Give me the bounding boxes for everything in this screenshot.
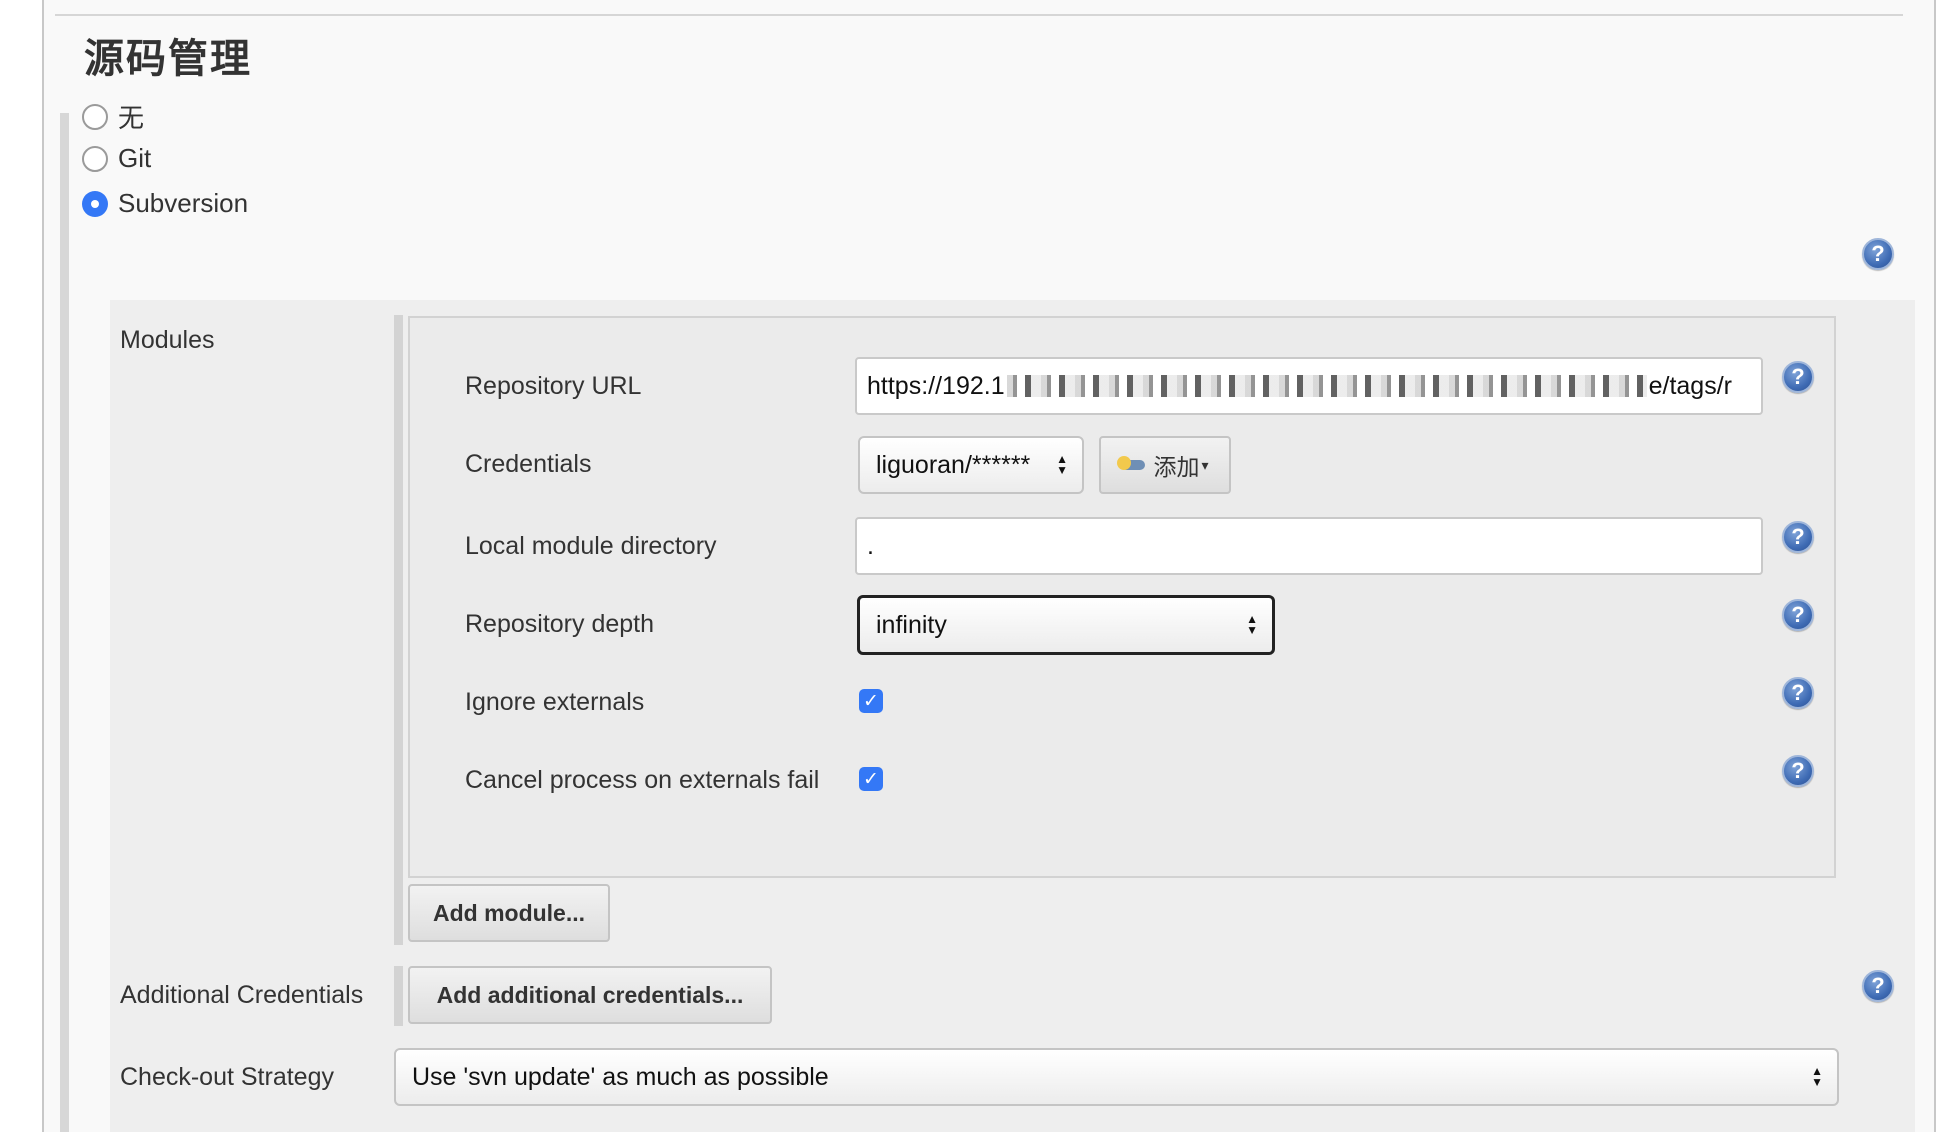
radio-button-selected[interactable] xyxy=(82,190,108,217)
help-icon[interactable]: ? xyxy=(1782,755,1814,787)
repository-depth-label: Repository depth xyxy=(465,610,655,638)
repository-depth-value: infinity xyxy=(876,610,947,639)
cancel-process-checkbox[interactable]: ✓ xyxy=(859,767,883,791)
repository-url-input[interactable]: https://192.1 e/tags/r xyxy=(855,357,1763,415)
modules-label: Modules xyxy=(120,326,215,354)
help-icon[interactable]: ? xyxy=(1782,677,1814,709)
repository-depth-select[interactable]: infinity ▲ ▼ xyxy=(857,595,1275,655)
add-additional-credentials-button[interactable]: Add additional credentials... xyxy=(408,966,772,1024)
local-module-directory-value: . xyxy=(867,531,874,560)
select-arrows-icon: ▲ ▼ xyxy=(1056,452,1068,477)
scm-option-git[interactable]: Git xyxy=(82,143,151,174)
scm-option-subversion[interactable]: Subversion xyxy=(82,188,248,219)
section-divider xyxy=(55,14,1903,16)
add-module-button[interactable]: Add module... xyxy=(408,884,610,942)
key-icon xyxy=(1117,456,1146,470)
additional-credentials-label: Additional Credentials xyxy=(120,981,364,1009)
modules-group-bar xyxy=(394,315,403,945)
obscured-url-segment xyxy=(1006,375,1647,397)
help-icon[interactable]: ? xyxy=(1782,361,1814,393)
dropdown-caret-icon: ▾ xyxy=(1201,456,1209,473)
select-arrows-icon: ▲ ▼ xyxy=(1246,612,1258,637)
checkout-strategy-label: Check-out Strategy xyxy=(120,1063,334,1091)
add-credentials-label: 添加 xyxy=(1153,454,1200,480)
ignore-externals-label: Ignore externals xyxy=(465,688,645,716)
checkmark-icon: ✓ xyxy=(863,768,879,790)
repository-url-value-end: e/tags/r xyxy=(1648,371,1732,400)
local-module-directory-label: Local module directory xyxy=(465,532,717,560)
local-module-directory-input[interactable]: . xyxy=(855,517,1763,575)
select-arrows-icon: ▲ ▼ xyxy=(1811,1064,1823,1089)
checkmark-icon: ✓ xyxy=(863,690,879,712)
checkout-strategy-value: Use 'svn update' as much as possible xyxy=(412,1062,829,1091)
ignore-externals-checkbox[interactable]: ✓ xyxy=(859,689,883,713)
help-icon[interactable]: ? xyxy=(1862,970,1894,1002)
add-credentials-button[interactable]: 添加 ▾ xyxy=(1099,436,1231,494)
help-icon[interactable]: ? xyxy=(1862,238,1894,270)
checkout-strategy-select[interactable]: Use 'svn update' as much as possible ▲ ▼ xyxy=(394,1048,1839,1106)
help-icon[interactable]: ? xyxy=(1782,599,1814,631)
scm-group-bar xyxy=(60,113,69,1132)
scm-option-label: 无 xyxy=(118,103,145,133)
scm-option-none[interactable]: 无 xyxy=(82,98,144,135)
cancel-process-label: Cancel process on externals fail xyxy=(465,766,820,794)
radio-button[interactable] xyxy=(82,103,108,130)
credentials-label: Credentials xyxy=(465,450,592,478)
credentials-value: liguoran/****** xyxy=(876,450,1031,479)
section-title: 源码管理 xyxy=(84,37,252,81)
credentials-select[interactable]: liguoran/****** ▲ ▼ xyxy=(858,436,1084,494)
help-icon[interactable]: ? xyxy=(1782,521,1814,553)
repository-url-value-start: https://192.1 xyxy=(867,371,1005,400)
repository-url-label: Repository URL xyxy=(465,372,642,400)
additional-credentials-bar xyxy=(394,966,403,1026)
scm-option-label: Git xyxy=(118,143,152,173)
radio-button[interactable] xyxy=(82,145,108,172)
scm-option-label: Subversion xyxy=(118,188,249,218)
